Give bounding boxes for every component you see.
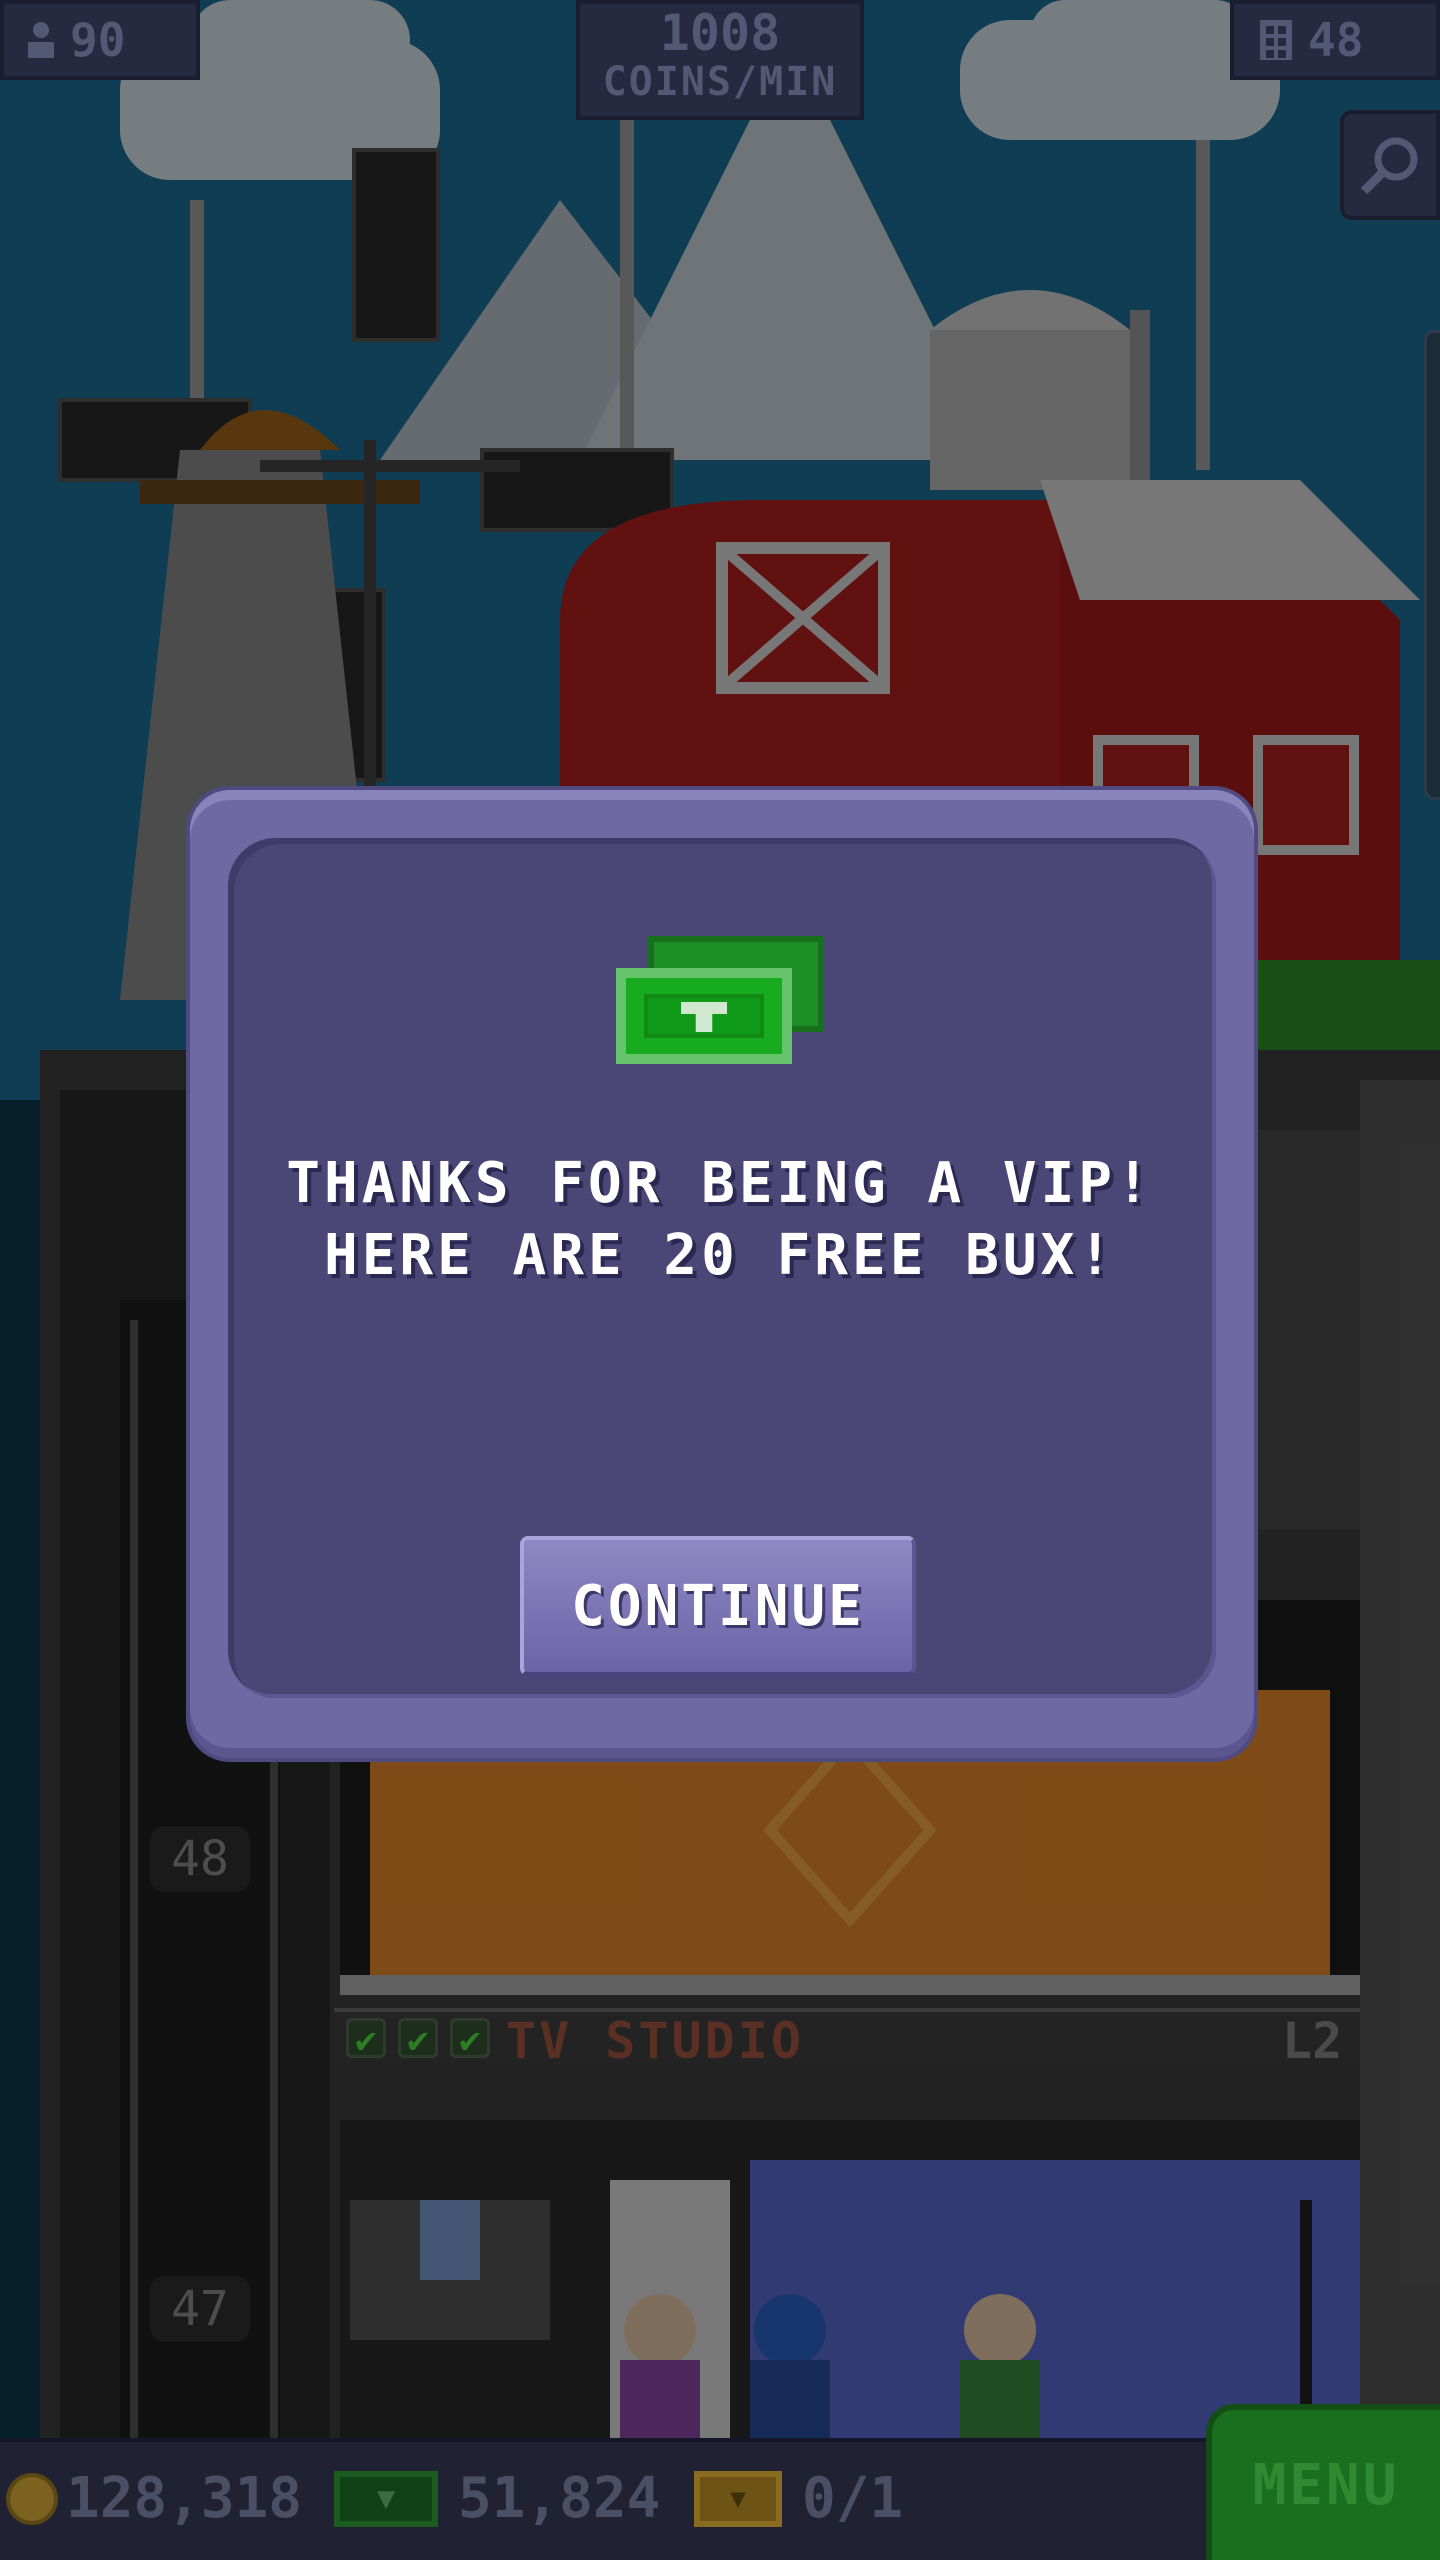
star-check-icon: ✔ <box>398 2018 438 2061</box>
dialog-message: THANKS FOR BEING A VIP! HERE ARE 20 FREE… <box>250 1148 1190 1292</box>
coins-counter[interactable]: 128,318 <box>6 2466 302 2531</box>
bux-value: 51,824 <box>458 2466 661 2531</box>
tickets-counter[interactable]: ▼ 0/1 <box>694 2466 903 2531</box>
bux-bill-icon <box>616 968 792 1064</box>
floor-name-label: TV STUDIO <box>506 2012 804 2070</box>
coins-value: 128,318 <box>66 2466 303 2531</box>
bux-counter[interactable]: ▼ 51,824 <box>334 2466 660 2531</box>
population-counter[interactable]: 90 <box>0 0 200 80</box>
continue-button[interactable]: CONTINUE <box>520 1536 916 1676</box>
floor-number-badge: 48 <box>150 1826 250 1892</box>
dialog-message-line1: THANKS FOR BEING A VIP! <box>286 1151 1154 1216</box>
coin-icon <box>6 2472 58 2525</box>
bux-icon: ▼ <box>334 2470 438 2527</box>
coins-per-min-label: COINS/MIN <box>602 59 838 105</box>
population-value: 90 <box>70 13 126 67</box>
building-icon <box>1260 20 1292 60</box>
floors-value: 48 <box>1308 13 1364 67</box>
floor-number-badge: 47 <box>150 2276 250 2342</box>
star-check-icon: ✔ <box>450 2018 490 2061</box>
side-panel-tab[interactable] <box>1424 330 1440 800</box>
person-icon <box>28 22 54 58</box>
floor-level-label: L2 <box>1282 2012 1343 2070</box>
menu-button[interactable]: MENU <box>1206 2404 1440 2560</box>
star-check-icon: ✔ <box>346 2018 386 2061</box>
coins-per-min-value: 1008 <box>659 4 781 62</box>
search-button[interactable] <box>1340 110 1440 220</box>
ticket-icon: ▼ <box>694 2470 782 2527</box>
magnifier-icon <box>1360 137 1418 195</box>
coins-per-min-counter: 1008 COINS/MIN <box>576 0 864 120</box>
tickets-value: 0/1 <box>802 2466 904 2531</box>
floors-counter[interactable]: 48 <box>1230 0 1440 80</box>
dialog-message-line2: HERE ARE 20 FREE BUX! <box>323 1223 1116 1288</box>
